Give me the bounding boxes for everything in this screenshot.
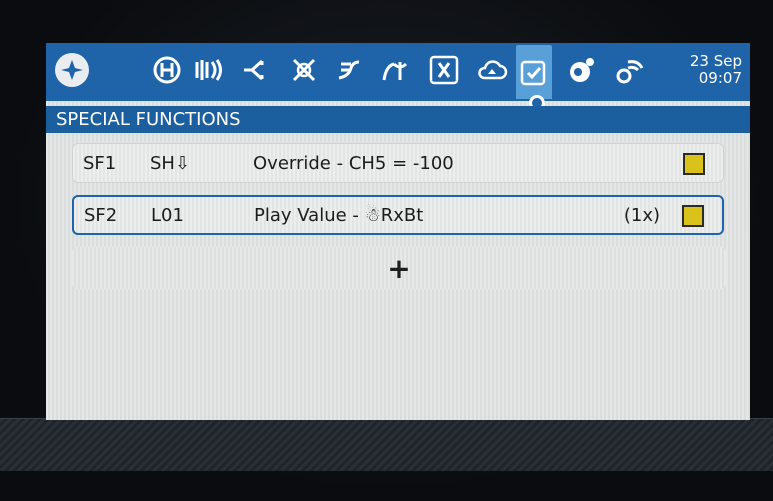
time-label: 09:07	[698, 69, 742, 87]
function-repeat: (1x)	[623, 204, 660, 226]
date-time: 23 Sep 09:07	[690, 53, 742, 87]
enabled-checkbox[interactable]	[682, 205, 704, 227]
curves-icon[interactable]	[376, 52, 412, 88]
heli-setup-icon[interactable]	[149, 52, 185, 88]
special-function-row-sf1[interactable]: SF1 SH⇩ Override - CH5 = -100	[72, 143, 724, 183]
cloud-icon[interactable]	[474, 52, 510, 88]
device-carbon-trim	[0, 418, 773, 471]
outputs-icon[interactable]	[331, 52, 367, 88]
function-action: Override - CH5 = -100	[253, 152, 454, 174]
function-switch: SH⇩	[150, 152, 191, 174]
home-icon[interactable]	[54, 52, 90, 88]
special-functions-icon[interactable]	[516, 45, 552, 99]
radio-wireless-icon[interactable]	[612, 52, 648, 88]
enabled-checkbox[interactable]	[683, 153, 705, 175]
telemetry-icon[interactable]	[564, 52, 600, 88]
mixes-icon[interactable]	[286, 52, 322, 88]
logical-switches-icon[interactable]	[426, 52, 462, 88]
function-action: Play Value - ☃RxBt	[254, 204, 424, 226]
special-function-row-sf2[interactable]: SF2 L01 Play Value - ☃RxBt (1x)	[72, 195, 724, 235]
top-toolbar: 23 Sep 09:07	[46, 43, 750, 101]
function-id: SF1	[83, 152, 117, 174]
radio-screen: 23 Sep 09:07 SPECIAL FUNCTIONS SF1 SH⇩ O…	[46, 43, 750, 420]
page-title: SPECIAL FUNCTIONS	[46, 106, 750, 133]
inputs-icon[interactable]	[236, 52, 272, 88]
function-switch: L01	[151, 204, 184, 226]
add-function-button[interactable]: +	[72, 247, 726, 289]
date-label: 23 Sep	[689, 52, 742, 70]
flight-modes-icon[interactable]	[191, 52, 227, 88]
function-id: SF2	[84, 204, 118, 226]
